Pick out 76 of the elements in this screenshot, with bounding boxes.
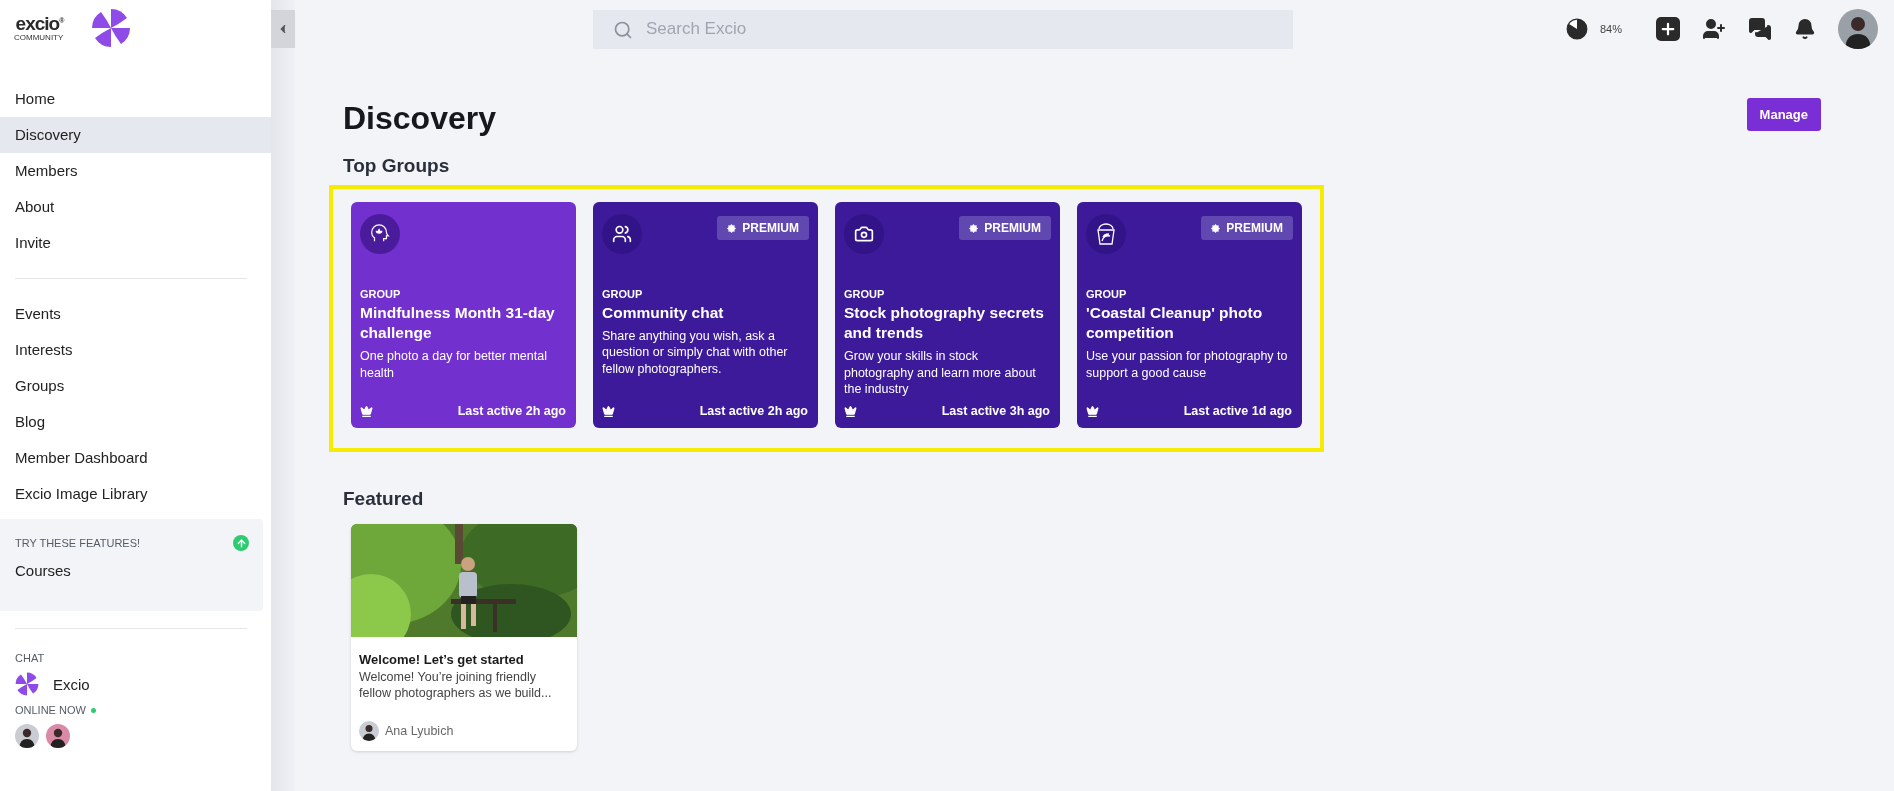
seal-icon [969,223,979,233]
crown-icon [1086,404,1099,418]
post-title: Welcome! Let’s get started [359,652,525,667]
group-description: Share anything you wish, ask a question or simply chat with other fellow photographers. [602,328,789,377]
nav-item[interactable]: Excio Image Library [0,476,271,512]
last-active: Last active 2h ago [699,404,808,418]
crown-icon [844,404,857,418]
group-title: Mindfulness Month 31-day challenge [360,303,556,344]
premium-badge: PREMIUM [959,216,1051,240]
nav-item[interactable]: Blog [0,404,271,440]
page-title: Discovery [343,100,496,137]
add-button[interactable] [1656,17,1680,41]
group-card[interactable]: PREMIUM GROUP Community chat Share anything you wish, ask a question or simply chat with other fellow photographers. Last active 2h ago [593,202,818,428]
post-excerpt: Welcome! You’re joining friendly fellow photographers as we build... [359,669,553,702]
pinwheel-logo-icon [91,8,132,48]
nav-item[interactable]: Interests [0,332,271,368]
nav-item[interactable]: Discovery [0,117,271,153]
add-user-icon[interactable] [1702,17,1726,41]
arrow-up-icon [233,535,249,551]
collapse-handle[interactable] [271,10,295,48]
nav-item[interactable]: Events [0,296,271,332]
nav-item[interactable]: Members [0,153,271,189]
seal-icon [1211,223,1221,233]
plus-icon [1659,20,1677,38]
user-avatar [1838,9,1878,49]
last-active: Last active 1d ago [1183,404,1292,418]
section-heading: ONLINE NOW [15,704,86,716]
group-card[interactable]: PREMIUM GROUP Stock photography secrets and trends Grow your skills in stock photography and learn more about the industry Last active 3h ago [835,202,1060,428]
camera-icon [854,224,874,244]
group-title: 'Coastal Cleanup' photo competition [1086,303,1264,344]
nav-item[interactable]: Member Dashboard [0,440,271,476]
manage-button[interactable]: Manage [1746,98,1821,131]
section-heading: Featured [343,488,425,510]
nav-item[interactable]: Courses [0,553,263,589]
author-avatar [359,721,379,741]
crown-icon [360,404,373,418]
chat-channel[interactable]: Excio [53,675,90,693]
seal-icon [727,223,737,233]
nav-item[interactable]: Invite [0,225,271,261]
online-dot [90,707,96,713]
group-card[interactable]: GROUP Mindfulness Month 31-day challenge One photo a day for better mental health Last active 2h ago [351,202,576,428]
section-heading: CHAT [15,652,46,664]
nav-item[interactable]: Groups [0,368,271,404]
group-title: Stock photography secrets and trends [844,303,1045,344]
premium-badge: PREMIUM [1201,216,1293,240]
storage-reading: 84% [1599,23,1622,35]
crown-icon [602,404,615,418]
section-heading: TRY THESE FEATURES! [15,537,141,549]
bucket-icon [1096,223,1116,245]
pinwheel-icon [15,672,39,696]
group-title: Community chat [602,303,725,323]
group-description: One photo a day for better mental health [360,348,548,381]
nav-item[interactable]: Home [0,81,271,117]
last-active: Last active 3h ago [941,404,1050,418]
bell-icon[interactable] [1794,18,1816,40]
logo-tagline: COMMUNITY [14,34,64,42]
nav-item[interactable]: About [0,189,271,225]
group-label: GROUP [1086,288,1128,300]
section-heading: Top Groups [343,155,451,177]
group-label: GROUP [360,288,402,300]
group-description: Grow your skills in stock photography and learn more about the industry [844,348,1037,398]
post-card[interactable]: Welcome! Let’s get started Welcome! You’re joining friendly fellow photographers as we build... Ana Lyubich [351,524,577,751]
avatar [15,724,39,748]
group-description: Use your passion for photography to support a good cause [1086,348,1289,381]
chat-icon[interactable] [1748,17,1772,41]
people-icon [612,224,632,244]
logo-wordmark: excio$^{®}$ [15,14,64,33]
premium-badge: PREMIUM [717,216,809,240]
author-name: Ana Lyubich [385,724,454,738]
last-active: Last active 2h ago [457,404,566,418]
group-card[interactable]: PREMIUM GROUP 'Coastal Cleanup' photo competition Use your passion for photography to support a good cause Last active 1d ago [1077,202,1302,428]
search-field[interactable]: Search Excio [593,9,1293,49]
group-label: GROUP [602,288,644,300]
avatar [46,724,70,748]
search-icon [613,19,633,40]
group-label: GROUP [844,288,886,300]
